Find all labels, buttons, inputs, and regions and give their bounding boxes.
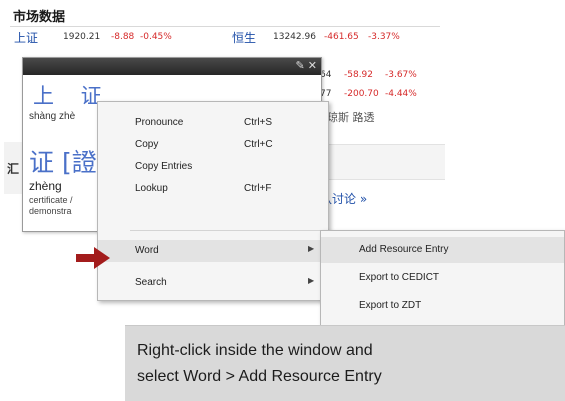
menu-item-lookup[interactable]: Lookup Ctrl+F <box>98 178 328 200</box>
index-name[interactable]: 上证 <box>14 29 38 46</box>
index-value: 13242.96 <box>273 32 316 42</box>
index-percent: -3.67% <box>385 70 417 80</box>
menu-item-export-zdt[interactable]: Export to ZDT <box>321 293 564 319</box>
pointer-arrow-icon <box>76 247 110 269</box>
menu-item-label: Copy Entries <box>135 161 193 172</box>
instruction-caption: Right-click inside the window and select… <box>125 325 565 401</box>
headword-pinyin: shàng zhè <box>29 111 76 122</box>
index-change: -461.65 <box>324 32 359 42</box>
section-title: 市场数据 <box>13 10 66 25</box>
menu-item-label: Add Resource Entry <box>359 244 449 255</box>
background-char: 汇 <box>7 162 20 176</box>
character-entry: 证 [證 <box>29 148 97 177</box>
context-menu[interactable]: Pronounce Ctrl+S Copy Ctrl+C Copy Entrie… <box>97 101 329 301</box>
index-value: 1920.21 <box>63 32 101 42</box>
title-divider <box>10 26 440 27</box>
menu-item-label: Word <box>135 245 159 256</box>
caption-line: Right-click inside the window and <box>137 342 373 359</box>
popup-titlebar[interactable]: ✎ ✕ <box>23 58 321 75</box>
definition-line: demonstra <box>29 206 72 216</box>
menu-item-add-resource-entry[interactable]: Add Resource Entry <box>321 237 564 263</box>
menu-item-copy[interactable]: Copy Ctrl+C <box>98 134 328 156</box>
menu-item-label: Lookup <box>135 183 168 194</box>
word-submenu[interactable]: Add Resource Entry Export to CEDICT Expo… <box>320 230 565 326</box>
menu-item-shortcut: Ctrl+C <box>244 139 273 150</box>
menu-item-copy-entries[interactable]: Copy Entries <box>98 156 328 178</box>
caption-text: Right-click inside the window and select… <box>137 338 382 390</box>
index-percent: -4.44% <box>385 89 417 99</box>
index-change: -200.70 <box>344 89 379 99</box>
menu-item-pronounce[interactable]: Pronounce Ctrl+S <box>98 112 328 134</box>
menu-item-shortcut: Ctrl+S <box>244 117 273 128</box>
popup-window-controls[interactable]: ✎ ✕ <box>296 59 318 72</box>
index-percent: -3.37% <box>368 32 400 42</box>
submenu-arrow-icon: ▶ <box>308 244 315 253</box>
character-pinyin: zhèng <box>29 179 62 193</box>
menu-item-label: Copy <box>135 139 159 150</box>
index-change: -8.88 <box>111 32 135 42</box>
definition-line: certificate / <box>29 195 73 205</box>
definitions: certificate / demonstra <box>29 195 73 217</box>
submenu-arrow-icon: ▶ <box>308 276 315 285</box>
menu-item-search[interactable]: Search ▶ <box>98 272 328 294</box>
pin-icon[interactable]: ✎ <box>296 60 305 72</box>
caption-line: select Word > Add Resource Entry <box>137 368 382 385</box>
menu-item-label: Search <box>135 277 167 288</box>
index-change: -58.92 <box>344 70 374 80</box>
menu-item-shortcut: Ctrl+F <box>244 183 272 194</box>
menu-item-label: Export to ZDT <box>359 300 422 311</box>
menu-item-label: Export to CEDICT <box>359 272 440 283</box>
menu-item-label: Pronounce <box>135 117 184 128</box>
close-icon[interactable]: ✕ <box>308 60 317 72</box>
menu-separator <box>130 230 326 231</box>
index-percent: -0.45% <box>140 32 172 42</box>
index-name[interactable]: 恒生 <box>232 29 256 46</box>
menu-item-word[interactable]: Word ▶ <box>98 240 328 262</box>
menu-item-export-cedict[interactable]: Export to CEDICT <box>321 265 564 291</box>
